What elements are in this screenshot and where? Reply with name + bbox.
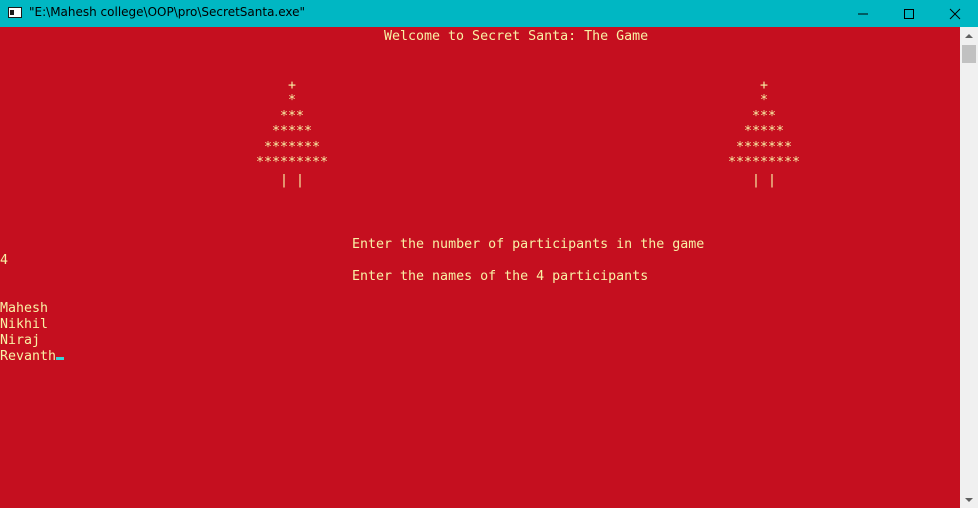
console-output[interactable]: Welcome to Secret Santa: The Game + * **… [0, 27, 960, 508]
left-tree-line: + [287, 78, 296, 93]
left-tree-line: * [287, 93, 296, 108]
right-tree-line: *** [751, 109, 777, 124]
text-cursor [56, 357, 65, 360]
left-tree-line: ******* [263, 140, 321, 155]
right-tree-line: ********* [727, 155, 801, 170]
left-tree-line: | | [279, 173, 305, 188]
welcome-text: Welcome to Secret Santa: The Game [384, 29, 649, 44]
maximize-icon [904, 8, 914, 19]
minimize-icon [858, 13, 868, 14]
title-bar[interactable]: "E:\Mahesh college\OOP\pro\SecretSanta.e… [0, 0, 978, 27]
left-tree-line: ***** [271, 124, 313, 139]
minimize-button[interactable] [840, 0, 886, 27]
scroll-thumb[interactable] [962, 45, 976, 63]
participant-names-prompt: Enter the names of the 4 participants [352, 269, 649, 284]
maximize-button[interactable] [886, 0, 932, 27]
console-app-icon[interactable] [8, 7, 22, 18]
scroll-down-button[interactable] [960, 491, 978, 508]
participant-count-prompt: Enter the number of participants in the … [352, 237, 705, 252]
right-tree-line: | | [751, 173, 777, 188]
right-tree-line: * [759, 93, 768, 108]
scroll-up-button[interactable] [960, 27, 978, 44]
participant-name: Revanth [0, 349, 57, 364]
right-tree-line: + [759, 78, 768, 93]
left-tree-line: *** [279, 109, 305, 124]
vertical-scrollbar[interactable] [960, 27, 978, 508]
right-tree-line: ******* [735, 140, 793, 155]
participant-name: Niraj [0, 333, 41, 348]
chevron-up-icon [965, 33, 973, 38]
participant-count-input: 4 [0, 253, 9, 268]
close-button[interactable] [932, 0, 978, 27]
participant-name: Mahesh [0, 301, 49, 316]
participant-name: Nikhil [0, 317, 49, 332]
chevron-down-icon [965, 497, 973, 502]
window-title: "E:\Mahesh college\OOP\pro\SecretSanta.e… [29, 5, 306, 19]
close-icon [949, 8, 961, 19]
participant-name-last: Revanth [0, 349, 65, 365]
left-tree-line: ********* [255, 155, 329, 170]
console-window: "E:\Mahesh college\OOP\pro\SecretSanta.e… [0, 0, 978, 508]
right-tree-line: ***** [743, 124, 785, 139]
